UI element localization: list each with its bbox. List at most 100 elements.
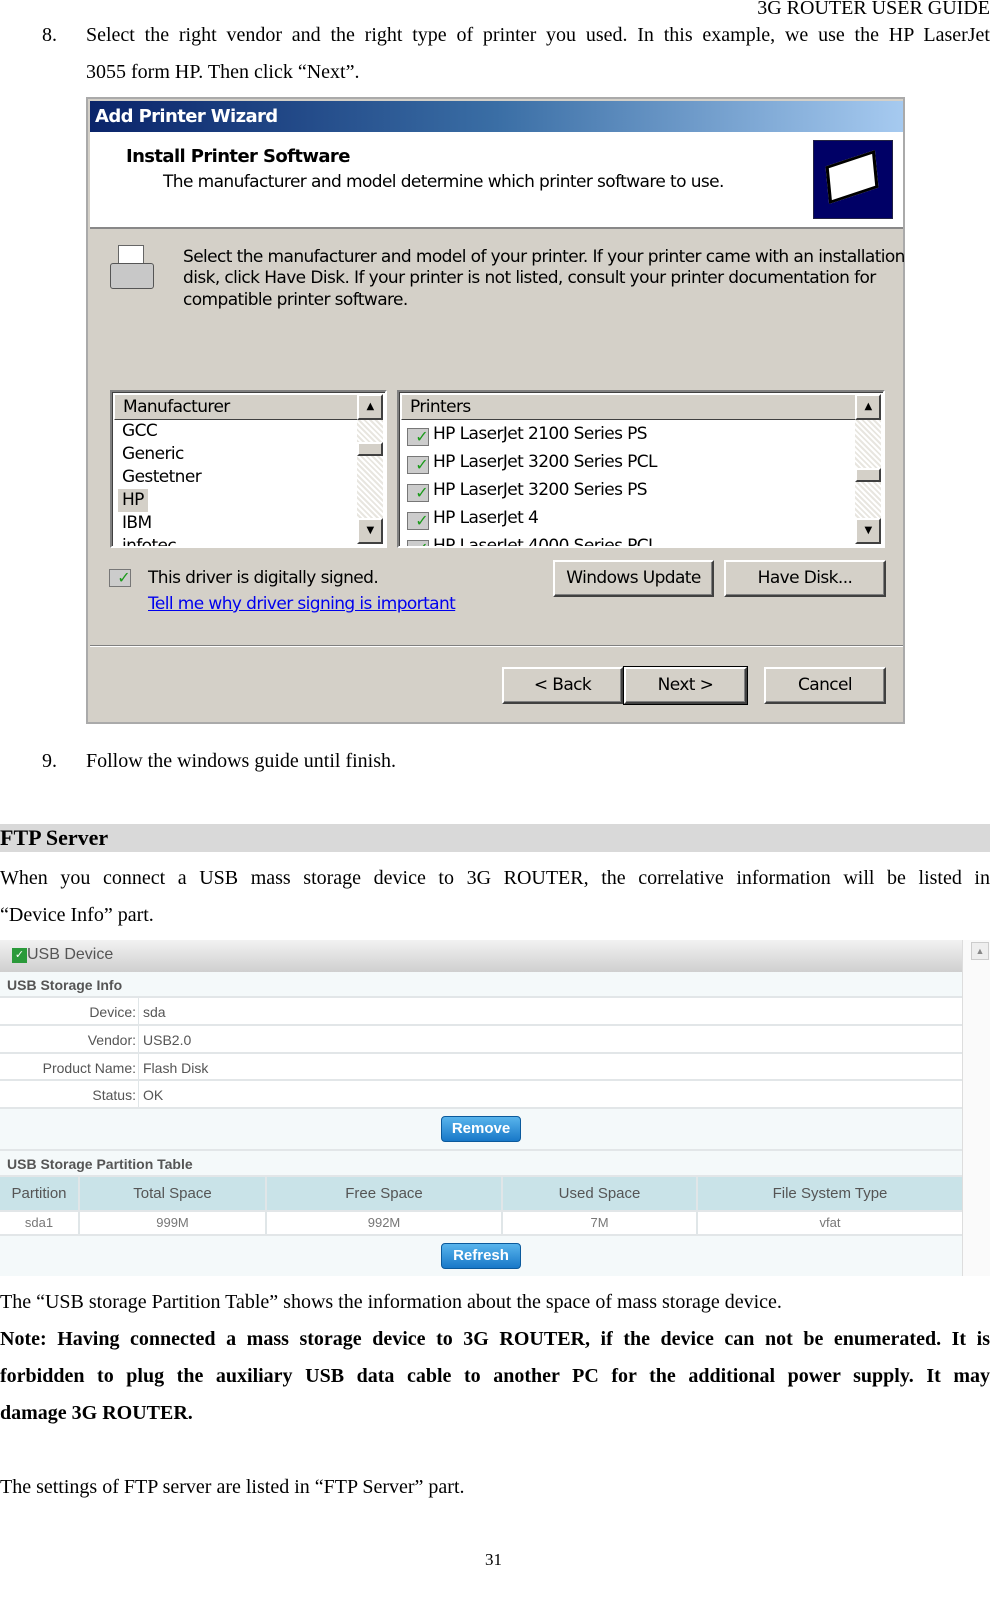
printer-name: HP LaserJet 3200 Series PCL: [433, 452, 658, 472]
list-item[interactable]: ✓ HP LaserJet 4: [407, 507, 539, 530]
list-item[interactable]: Gestetner: [122, 466, 202, 489]
signed-driver-icon: ✓: [109, 569, 131, 587]
scroll-down-icon[interactable]: ▼: [357, 518, 383, 544]
scroll-up-icon[interactable]: ▲: [855, 394, 881, 420]
column-header: File System Type: [772, 1185, 888, 1202]
printer-name: HP LaserJet 3200 Series PS: [433, 480, 648, 500]
info-row: Status: OK: [0, 1081, 962, 1109]
scroll-thumb[interactable]: [855, 468, 881, 482]
wizard-heading: Install Printer Software: [126, 146, 350, 167]
column-header: Used Space: [503, 1177, 698, 1210]
printer-name: HP LaserJet 4000 Series PCL: [433, 536, 658, 548]
printer-wizard-icon: [813, 140, 893, 219]
list-item[interactable]: IBM: [122, 512, 152, 535]
list-item[interactable]: ✓ HP LaserJet 4000 Series PCL: [407, 535, 658, 548]
info-row: Product Name: Flash Disk: [0, 1054, 962, 1081]
signed-text: This driver is digitally signed.: [148, 568, 379, 588]
list-item[interactable]: ✓ HP LaserJet 3200 Series PCL: [407, 451, 658, 474]
add-printer-wizard: Add Printer Wizard Install Printer Softw…: [86, 97, 905, 724]
field-value: sda: [143, 1004, 166, 1020]
scroll-up-icon[interactable]: ▲: [971, 942, 989, 960]
step-number: 9.: [42, 750, 57, 772]
usb-device-panel: ✓ USB Device USB Storage Info Device: sda …: [0, 940, 990, 1276]
note: forbidden to plug the auxiliary USB data…: [0, 1365, 990, 1387]
step-number: 8.: [42, 24, 57, 46]
printers-header[interactable]: Printers: [401, 394, 857, 420]
printer-icon: [108, 245, 156, 295]
list-item[interactable]: ✓ HP LaserJet 3200 Series PS: [407, 479, 648, 502]
table-cell: 999M: [80, 1212, 267, 1234]
signed-driver-icon: ✓: [407, 484, 429, 502]
paragraph-cont: “Device Info” part.: [0, 904, 154, 926]
next-button[interactable]: Next >: [623, 666, 748, 705]
paragraph: When you connect a USB mass storage devi…: [0, 867, 990, 889]
table-cell: 992M: [267, 1212, 503, 1234]
wizard-header: Install Printer Software The manufacture…: [90, 132, 903, 229]
table-cell: sda1: [0, 1212, 80, 1234]
note: Note: Having connected a mass storage de…: [0, 1328, 990, 1350]
scrollbar[interactable]: ▲: [962, 940, 990, 1276]
step-text-cont: 3055 form HP. Then click “Next”.: [86, 61, 360, 83]
list-item-selected[interactable]: HP: [118, 489, 148, 512]
field-label: Product Name:: [0, 1054, 139, 1079]
field-label: Status:: [0, 1081, 139, 1107]
signed-driver-icon: ✓: [407, 456, 429, 474]
back-button[interactable]: < Back: [502, 667, 623, 704]
section-title: FTP Server: [0, 824, 990, 852]
field-label: Device:: [0, 998, 139, 1024]
paragraph: The settings of FTP server are listed in…: [0, 1476, 465, 1498]
usb-icon: ✓: [12, 948, 27, 963]
signed-driver-icon: ✓: [407, 428, 429, 446]
remove-button[interactable]: Remove: [441, 1116, 521, 1142]
button-row: Remove: [0, 1109, 962, 1151]
list-item[interactable]: infotec: [122, 535, 177, 546]
printers-list[interactable]: Printers ✓ HP LaserJet 2100 Series PS ✓ HP…: [397, 390, 885, 548]
windows-update-button[interactable]: Windows Update: [553, 560, 714, 597]
list-item[interactable]: ✓ HP LaserJet 2100 Series PS: [407, 423, 648, 446]
list-item[interactable]: GCC: [122, 420, 158, 443]
info-row: Vendor: USB2.0: [0, 1026, 962, 1054]
instructions-line: compatible printer software.: [183, 290, 408, 310]
signed-driver-icon: ✓: [407, 540, 429, 546]
section-header: USB Storage Partition Table: [0, 1151, 962, 1177]
printer-name: HP LaserJet 4: [433, 508, 539, 528]
refresh-button[interactable]: Refresh: [441, 1243, 521, 1269]
scroll-up-icon[interactable]: ▲: [357, 394, 383, 420]
running-header: 3G ROUTER USER GUIDE: [757, 0, 990, 19]
have-disk-button[interactable]: Have Disk...: [724, 560, 886, 597]
step-text: Follow the windows guide until finish.: [86, 750, 396, 772]
title-bar: Add Printer Wizard: [90, 101, 903, 132]
field-value: OK: [143, 1087, 164, 1103]
section-header: USB Storage Info: [0, 972, 962, 998]
column-header: Total Space: [80, 1177, 267, 1210]
scrollbar[interactable]: ▲ ▼: [357, 394, 383, 544]
printer-name: HP LaserJet 2100 Series PS: [433, 424, 648, 444]
step-text: Select the right vendor and the right ty…: [86, 24, 990, 46]
panel-title: USB Device: [27, 946, 114, 963]
wizard-subheading: The manufacturer and model determine whi…: [163, 172, 724, 192]
field-value: Flash Disk: [143, 1060, 209, 1076]
table-cell: vfat: [819, 1215, 841, 1230]
table-row: sda1 999M 992M 7M vfat: [0, 1212, 962, 1236]
signed-driver-icon: ✓: [407, 512, 429, 530]
driver-signing-link[interactable]: Tell me why driver signing is important: [148, 594, 456, 614]
manufacturer-header[interactable]: Manufacturer: [114, 394, 359, 420]
note: damage 3G ROUTER.: [0, 1402, 193, 1424]
table-header-row: Partition Total Space Free Space Used Sp…: [0, 1177, 962, 1212]
column-header: Partition: [0, 1177, 80, 1210]
divider: [90, 645, 903, 647]
list-item[interactable]: Generic: [122, 443, 184, 466]
column-header: Free Space: [267, 1177, 503, 1210]
instructions-line: Select the manufacturer and model of you…: [183, 247, 905, 267]
field-label: Vendor:: [0, 1026, 139, 1052]
info-row: Device: sda: [0, 998, 962, 1026]
cancel-button[interactable]: Cancel: [764, 667, 886, 704]
manufacturer-list[interactable]: Manufacturer GCC Generic Gestetner HP IB…: [110, 390, 387, 548]
instructions-line: disk, click Have Disk. If your printer i…: [183, 268, 876, 288]
scroll-thumb[interactable]: [357, 442, 383, 456]
field-value: USB2.0: [143, 1032, 192, 1048]
panel-header: ✓ USB Device: [0, 940, 962, 972]
scroll-down-icon[interactable]: ▼: [855, 518, 881, 544]
table-cell: 7M: [503, 1212, 698, 1234]
scrollbar[interactable]: ▲ ▼: [855, 394, 881, 544]
